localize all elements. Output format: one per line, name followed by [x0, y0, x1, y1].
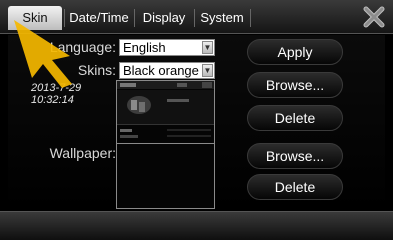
wallpaper-preview — [116, 143, 215, 209]
browse-skin-button[interactable]: Browse... — [247, 72, 343, 98]
close-button[interactable] — [361, 4, 387, 30]
wallpaper-label: Wallpaper: — [49, 145, 116, 161]
tab-divider — [194, 9, 195, 27]
delete-wallpaper-button[interactable]: Delete — [247, 174, 343, 200]
browse-wallpaper-button[interactable]: Browse... — [247, 143, 343, 169]
time-text: 10:32:14 — [31, 94, 74, 106]
tab-system[interactable]: System — [196, 6, 248, 30]
chevron-down-icon: ▼ — [202, 41, 213, 54]
pointer-arrow-icon — [14, 20, 72, 88]
apply-button[interactable]: Apply — [247, 39, 343, 65]
tab-divider — [134, 9, 135, 27]
bottom-bar — [0, 211, 393, 240]
tab-display[interactable]: Display — [136, 6, 192, 30]
tab-divider — [250, 9, 251, 27]
chevron-down-icon: ▼ — [202, 64, 213, 77]
skins-select-value: Black orange * — [123, 63, 208, 78]
language-select-value: English — [123, 40, 166, 55]
delete-skin-button[interactable]: Delete — [247, 105, 343, 131]
language-select[interactable]: English ▼ — [119, 39, 215, 56]
skins-select[interactable]: Black orange * ▼ — [119, 62, 215, 79]
close-x-icon — [363, 6, 385, 28]
